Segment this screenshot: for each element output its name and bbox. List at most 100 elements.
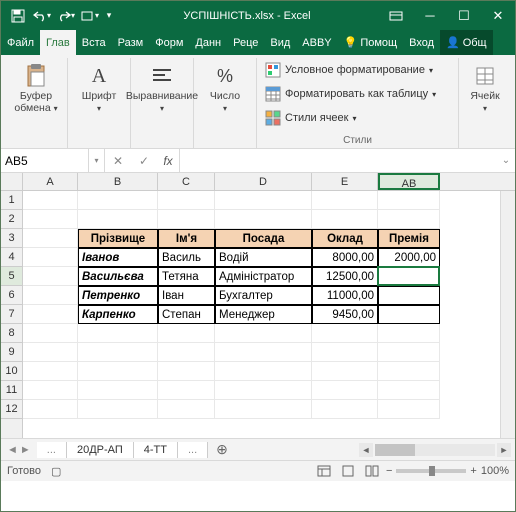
cell[interactable] — [158, 210, 215, 229]
table-data-cell[interactable]: Менеджер — [215, 305, 312, 324]
row-header[interactable]: 12 — [1, 400, 22, 419]
share-button[interactable]: 👤Общ — [440, 30, 493, 55]
minimize-button[interactable]: ─ — [413, 1, 447, 30]
cell[interactable] — [23, 210, 78, 229]
table-header-cell[interactable]: Ім'я — [158, 229, 215, 248]
cell[interactable] — [78, 343, 158, 362]
cell[interactable] — [158, 324, 215, 343]
signin-link[interactable]: Вход — [403, 30, 440, 55]
table-data-cell[interactable]: Бухгалтер — [215, 286, 312, 305]
name-box-dropdown[interactable]: ▾ — [89, 149, 105, 172]
cell[interactable] — [23, 305, 78, 324]
column-header[interactable]: C — [158, 173, 215, 190]
name-box[interactable]: AB5 — [1, 149, 89, 172]
tab-review[interactable]: Реце — [227, 30, 264, 55]
cell[interactable] — [312, 210, 378, 229]
enter-formula-icon[interactable]: ✓ — [131, 149, 157, 172]
cell[interactable] — [312, 191, 378, 210]
qat-customize-icon[interactable]: ▾ — [103, 5, 115, 27]
tell-me[interactable]: 💡Помощ — [338, 30, 403, 55]
cells-area[interactable]: ПрізвищеІм'яПосадаОкладПреміяІвановВасил… — [23, 191, 515, 438]
cell[interactable] — [215, 362, 312, 381]
cell[interactable] — [78, 191, 158, 210]
row-header[interactable]: 9 — [1, 343, 22, 362]
sheet-tab-dots2[interactable]: ... — [178, 442, 208, 458]
qat-extra-icon[interactable]: ▾ — [79, 5, 101, 27]
table-data-cell[interactable]: Степан — [158, 305, 215, 324]
cell[interactable] — [158, 362, 215, 381]
table-data-cell[interactable]: 2000,00 — [378, 248, 440, 267]
cell[interactable] — [23, 362, 78, 381]
table-data-cell[interactable]: Карпенко — [78, 305, 158, 324]
column-header[interactable]: E — [312, 173, 378, 190]
tab-home[interactable]: Глав — [40, 30, 76, 55]
cell[interactable] — [158, 381, 215, 400]
table-header-cell[interactable]: Премія — [378, 229, 440, 248]
table-data-cell[interactable]: Адміністратор — [215, 267, 312, 286]
zoom-slider[interactable] — [396, 469, 466, 473]
table-header-cell[interactable]: Оклад — [312, 229, 378, 248]
redo-icon[interactable]: ▾ — [55, 5, 77, 27]
cell[interactable] — [312, 381, 378, 400]
zoom-out-button[interactable]: − — [386, 465, 392, 477]
view-page-layout-icon[interactable] — [338, 463, 358, 479]
table-data-cell[interactable]: Василь — [158, 248, 215, 267]
cell[interactable] — [158, 400, 215, 419]
table-data-cell[interactable]: 9450,00 — [312, 305, 378, 324]
cell[interactable] — [23, 191, 78, 210]
vertical-scrollbar[interactable] — [500, 191, 515, 438]
cancel-formula-icon[interactable]: ✕ — [105, 149, 131, 172]
cell[interactable] — [23, 248, 78, 267]
tab-file[interactable]: Файл — [1, 30, 40, 55]
table-data-cell[interactable]: Водій — [215, 248, 312, 267]
tab-view[interactable]: Вид — [264, 30, 296, 55]
cell[interactable] — [158, 191, 215, 210]
table-header-cell[interactable]: Прізвище — [78, 229, 158, 248]
column-header[interactable]: A — [23, 173, 78, 190]
cell[interactable] — [23, 343, 78, 362]
column-header[interactable]: AB — [378, 173, 440, 190]
tab-insert[interactable]: Вста — [76, 30, 112, 55]
table-data-cell[interactable]: Петренко — [78, 286, 158, 305]
conditional-formatting-button[interactable]: Условное форматирование ▾ — [261, 60, 454, 80]
cell[interactable] — [378, 191, 440, 210]
maximize-button[interactable]: ☐ — [447, 1, 481, 30]
row-header[interactable]: 7 — [1, 305, 22, 324]
row-header[interactable]: 6 — [1, 286, 22, 305]
cell[interactable] — [78, 362, 158, 381]
table-data-cell[interactable]: 12500,00 — [312, 267, 378, 286]
cell[interactable] — [312, 324, 378, 343]
sheet-tab-2[interactable]: 4-ТТ — [134, 442, 178, 458]
tab-layout[interactable]: Разм — [112, 30, 150, 55]
tab-data[interactable]: Данн — [189, 30, 227, 55]
sheet-prev-icon[interactable]: ◄ — [7, 444, 18, 456]
column-header[interactable]: B — [78, 173, 158, 190]
row-header[interactable]: 10 — [1, 362, 22, 381]
number-button[interactable]: % Число ▾ — [198, 60, 252, 113]
save-icon[interactable] — [7, 5, 29, 27]
new-sheet-button[interactable]: ⊕ — [208, 441, 236, 458]
table-data-cell[interactable]: Тетяна — [158, 267, 215, 286]
table-data-cell[interactable]: Іванов — [78, 248, 158, 267]
sheet-tab-dots[interactable]: ... — [37, 442, 67, 458]
cell[interactable] — [23, 324, 78, 343]
fx-icon[interactable]: fx — [157, 149, 179, 172]
hscroll-right-icon[interactable]: ► — [497, 443, 511, 457]
zoom-in-button[interactable]: + — [470, 465, 476, 477]
row-header[interactable]: 1 — [1, 191, 22, 210]
zoom-level[interactable]: 100% — [481, 465, 509, 477]
cell[interactable] — [378, 324, 440, 343]
ribbon-options-icon[interactable] — [379, 1, 413, 30]
cell[interactable] — [215, 381, 312, 400]
table-data-cell[interactable]: 11000,00 — [312, 286, 378, 305]
cell[interactable] — [215, 191, 312, 210]
cell[interactable] — [312, 362, 378, 381]
row-header[interactable]: 5 — [1, 267, 22, 286]
font-button[interactable]: A Шрифт ▾ — [72, 60, 126, 113]
cell[interactable] — [215, 210, 312, 229]
cells-button[interactable]: Ячейк ▾ — [463, 60, 507, 113]
row-header[interactable]: 2 — [1, 210, 22, 229]
formula-bar-expand-icon[interactable]: ⌄ — [497, 149, 515, 172]
cell[interactable] — [312, 400, 378, 419]
cell[interactable] — [23, 381, 78, 400]
